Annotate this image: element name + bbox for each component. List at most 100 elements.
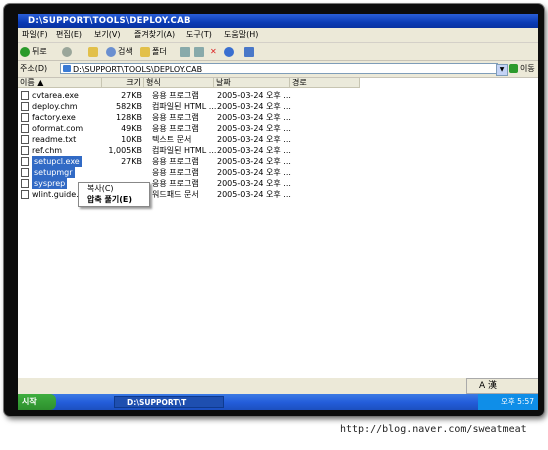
- file-row[interactable]: sysprep 응용 프로그램 2005-03-24 오후 ...: [18, 178, 298, 189]
- context-menu-copy[interactable]: 복사(C): [87, 184, 114, 194]
- file-name: setupmgr: [32, 167, 75, 178]
- file-icon: [21, 190, 29, 199]
- undo-button[interactable]: [224, 45, 236, 58]
- back-button[interactable]: 뒤로: [20, 45, 47, 58]
- menu-file[interactable]: 파일(F): [22, 29, 48, 41]
- file-row[interactable]: deploy.chm 582KB 컴파일된 HTML ... 2005-03-24 오…: [18, 101, 298, 112]
- ime-mode: A 漢: [479, 381, 498, 391]
- file-name: sysprep: [32, 178, 68, 189]
- file-icon: [21, 157, 29, 166]
- column-type-label: 형식: [146, 78, 161, 87]
- column-header-path[interactable]: 경로: [290, 78, 360, 88]
- file-size: 27KB: [121, 157, 142, 166]
- file-date: 2005-03-24 오후 ...: [217, 190, 291, 199]
- search-button[interactable]: 검색: [106, 45, 133, 58]
- toolbar: 뒤로 검색 폴더 ✕: [18, 43, 538, 61]
- file-date: 2005-03-24 오후 ...: [217, 179, 291, 188]
- delete-button[interactable]: ✕: [210, 45, 217, 58]
- ime-toolbar[interactable]: A 漢: [466, 378, 538, 394]
- column-size-label: 크기: [126, 78, 141, 87]
- file-size: 10KB: [121, 135, 142, 144]
- file-row[interactable]: factory.exe 128KB 응용 프로그램 2005-03-24 오후 ...: [18, 112, 298, 123]
- address-field[interactable]: D:\SUPPORT\TOOLS\DEPLOY.CAB: [60, 63, 498, 74]
- menu-help[interactable]: 도움말(H): [224, 29, 258, 41]
- address-bar: 주소(D) D:\SUPPORT\TOOLS\DEPLOY.CAB ▼ 이동: [18, 61, 538, 78]
- file-name: readme.txt: [32, 135, 77, 144]
- column-header-date[interactable]: 날짜: [214, 78, 290, 88]
- address-value: D:\SUPPORT\TOOLS\DEPLOY.CAB: [73, 65, 203, 74]
- address-label: 주소(D): [20, 64, 48, 73]
- column-header-type[interactable]: 형식: [144, 78, 214, 88]
- file-size: 582KB: [115, 102, 142, 111]
- file-type: 응용 프로그램: [152, 157, 199, 166]
- file-name: cvtarea.exe: [32, 91, 79, 100]
- forward-arrow-icon: [62, 46, 72, 57]
- file-date: 2005-03-24 오후 ...: [217, 135, 291, 144]
- file-icon: [21, 135, 29, 144]
- folders-button[interactable]: 폴더: [140, 45, 167, 58]
- photo-frame: D:\SUPPORT\TOOLS\DEPLOY.CAB 파일(F) 편집(E) …: [4, 4, 544, 416]
- file-type: 텍스트 문서: [152, 135, 192, 144]
- file-name: setupcl.exe: [32, 156, 82, 167]
- forward-button[interactable]: [62, 45, 74, 58]
- file-date: 2005-03-24 오후 ...: [217, 102, 291, 111]
- file-type: 응용 프로그램: [152, 124, 199, 133]
- menu-view[interactable]: 보기(V): [94, 29, 120, 41]
- go-button[interactable]: 이동: [509, 63, 535, 75]
- file-icon: [21, 91, 29, 100]
- file-type: 워드패드 문서: [152, 190, 199, 199]
- column-name-label: 이름: [20, 78, 35, 87]
- file-type: 컴파일된 HTML ...: [152, 102, 217, 111]
- file-row[interactable]: cvtarea.exe 27KB 응용 프로그램 2005-03-24 오후 ...: [18, 90, 298, 101]
- file-name: deploy.chm: [32, 102, 78, 111]
- menu-tools[interactable]: 도구(T): [186, 29, 212, 41]
- file-row[interactable]: ref.chm 1,005KB 컴파일된 HTML ... 2005-03-24 오후…: [18, 145, 298, 156]
- copy-to-button[interactable]: [194, 45, 206, 58]
- file-icon: [21, 113, 29, 122]
- column-header-name[interactable]: 이름 ▲: [18, 78, 102, 88]
- file-list: 이름 ▲ 크기 형식 날짜 경로 cvtarea.exe 27KB 응용 프로그램 2…: [18, 78, 538, 378]
- undo-icon: [224, 46, 234, 57]
- folders-icon: [140, 46, 150, 57]
- file-name: oformat.com: [32, 124, 84, 133]
- system-tray: 오후 5:57: [478, 394, 538, 410]
- file-date: 2005-03-24 오후 ...: [217, 124, 291, 133]
- folder-icon: [63, 65, 71, 72]
- file-icon: [21, 146, 29, 155]
- context-menu: 복사(C) 압축 풀기(E): [78, 182, 150, 207]
- window-title-bar[interactable]: D:\SUPPORT\TOOLS\DEPLOY.CAB: [18, 14, 538, 28]
- column-path-label: 경로: [292, 78, 307, 87]
- address-dropdown-icon[interactable]: ▼: [496, 64, 508, 76]
- start-button[interactable]: 시작: [18, 394, 56, 410]
- menu-bar: 파일(F) 편집(E) 보기(V) 즐겨찾기(A) 도구(T) 도움말(H): [18, 28, 538, 55]
- file-row[interactable]: wlint.guide.doc 워드패드 문서 2005-03-24 오후 ...: [18, 189, 298, 200]
- file-type: 컴파일된 HTML ...: [152, 146, 217, 155]
- views-button[interactable]: [244, 45, 256, 58]
- file-size: 128KB: [115, 113, 142, 122]
- views-icon: [244, 46, 254, 57]
- menu-edit[interactable]: 편집(E): [56, 29, 82, 41]
- window-title: D:\SUPPORT\TOOLS\DEPLOY.CAB: [28, 16, 191, 26]
- back-label: 뒤로: [32, 47, 47, 56]
- column-header-size[interactable]: 크기: [102, 78, 144, 88]
- file-icon: [21, 168, 29, 177]
- file-row[interactable]: setupmgr 응용 프로그램 2005-03-24 오후 ...: [18, 167, 298, 178]
- search-icon: [106, 46, 116, 57]
- go-arrow-icon: [509, 64, 518, 73]
- move-to-button[interactable]: [180, 45, 192, 58]
- file-icon: [21, 124, 29, 133]
- go-label: 이동: [520, 64, 535, 73]
- menu-favorites[interactable]: 즐겨찾기(A): [134, 29, 175, 41]
- delete-x-icon: ✕: [210, 47, 217, 56]
- column-date-label: 날짜: [216, 78, 231, 87]
- up-folder-button[interactable]: [88, 45, 100, 58]
- file-date: 2005-03-24 오후 ...: [217, 157, 291, 166]
- copy-to-icon: [194, 46, 204, 57]
- taskbar-explorer-button[interactable]: D:\SUPPORT\T: [114, 396, 224, 408]
- context-menu-extract[interactable]: 압축 풀기(E): [87, 195, 132, 205]
- file-row[interactable]: readme.txt 10KB 텍스트 문서 2005-03-24 오후 ...: [18, 134, 298, 145]
- file-type: 응용 프로그램: [152, 179, 199, 188]
- file-row[interactable]: setupcl.exe 27KB 응용 프로그램 2005-03-24 오후 ...: [18, 156, 298, 167]
- file-row[interactable]: oformat.com 49KB 응용 프로그램 2005-03-24 오후 ...: [18, 123, 298, 134]
- taskbar: 시작 D:\SUPPORT\T 오후 5:57: [18, 394, 538, 410]
